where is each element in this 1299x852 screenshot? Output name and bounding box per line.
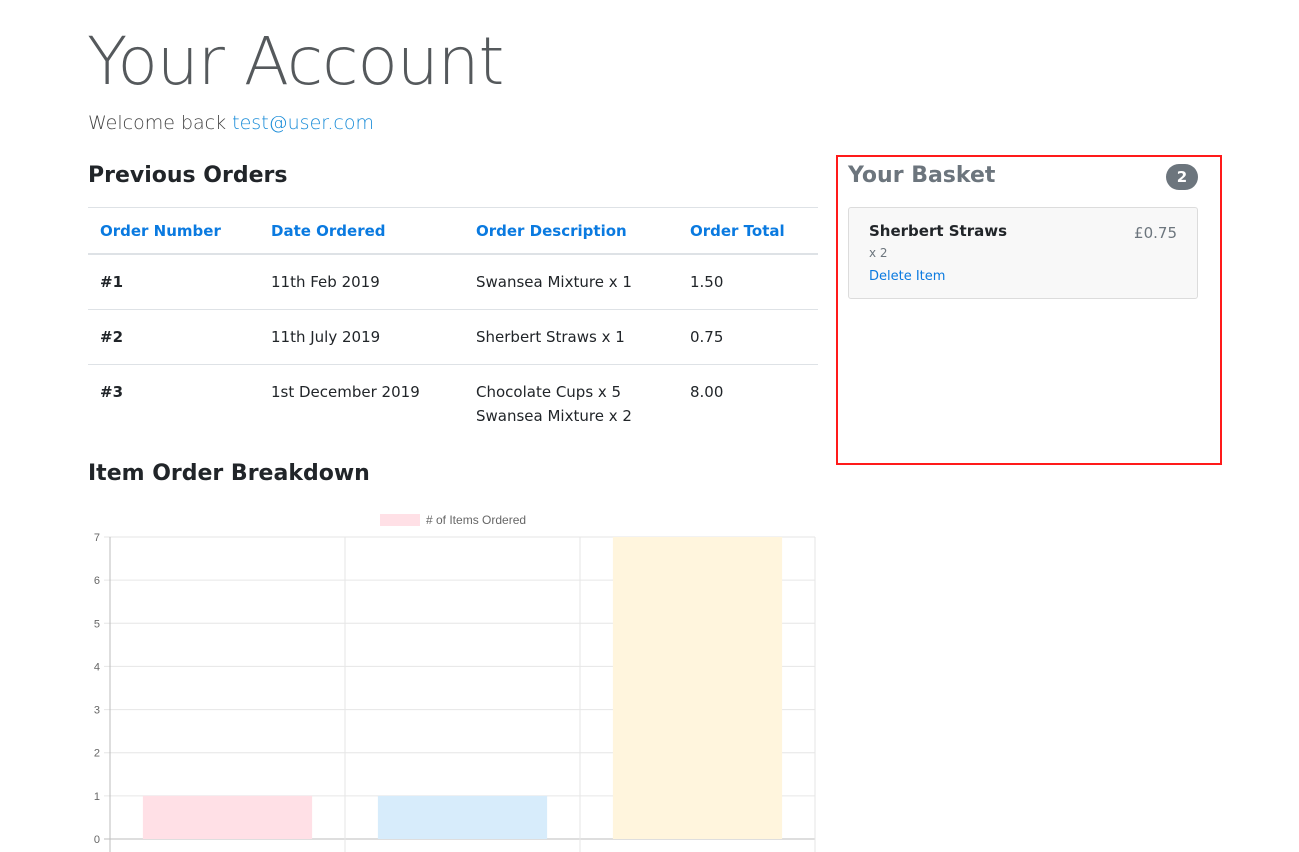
- table-row: #3 1st December 2019 Chocolate Cups x 5 …: [88, 364, 818, 443]
- order-number: #2: [88, 309, 259, 365]
- basket-item-name: Sherbert Straws: [869, 222, 1008, 240]
- order-total: 0.75: [678, 309, 818, 365]
- chart-legend[interactable]: # of Items Ordered: [380, 513, 526, 527]
- order-number: #3: [88, 364, 259, 443]
- order-total: 1.50: [678, 253, 818, 310]
- orders-header-row: Order Number Date Ordered Order Descript…: [88, 207, 818, 255]
- legend-label: # of Items Ordered: [426, 513, 526, 527]
- previous-orders-title: Previous Orders: [88, 163, 288, 188]
- chart-bar[interactable]: [612, 537, 783, 839]
- order-description: Chocolate Cups x 5 Swansea Mixture x 2: [464, 364, 678, 443]
- column-header-order-number: Order Number: [88, 207, 259, 255]
- order-description: Sherbert Straws x 1: [464, 309, 678, 365]
- y-tick-label: 7: [94, 532, 100, 544]
- order-description-line: Chocolate Cups x 5: [476, 383, 622, 401]
- basket-item: Sherbert Straws £0.75 x 2 Delete Item: [848, 207, 1198, 299]
- order-description-line: Swansea Mixture x 1: [476, 273, 632, 291]
- order-description-line: Sherbert Straws x 1: [476, 328, 625, 346]
- orders-table: Order Number Date Ordered Order Descript…: [88, 207, 818, 443]
- column-header-order-description: Order Description: [464, 207, 678, 255]
- page-title: Your Account: [87, 23, 504, 100]
- basket-item-price: £0.75: [1134, 224, 1177, 242]
- order-date: 11th July 2019: [259, 309, 464, 365]
- chart-bar[interactable]: [142, 795, 313, 839]
- table-row: #2 11th July 2019 Sherbert Straws x 1 0.…: [88, 309, 818, 365]
- basket-highlight-frame: [836, 155, 1222, 465]
- chart-y-ticks: 0 1 2 3 4 5 6 7: [94, 532, 100, 846]
- column-header-order-total: Order Total: [678, 207, 818, 255]
- item-order-breakdown-chart: 0 1 2 3 4 5 6 7 # of Items Ordered: [94, 513, 816, 852]
- order-description-line: Swansea Mixture x 2: [476, 407, 632, 425]
- order-date: 11th Feb 2019: [259, 253, 464, 310]
- basket-title: Your Basket: [848, 163, 996, 188]
- y-tick-label: 6: [94, 575, 100, 587]
- basket-count-badge: 2: [1166, 164, 1198, 190]
- chart-bar[interactable]: [377, 795, 548, 839]
- order-number: #1: [88, 253, 259, 310]
- y-tick-label: 0: [94, 834, 100, 846]
- basket-item-quantity: x 2: [869, 246, 888, 260]
- order-description: Swansea Mixture x 1: [464, 253, 678, 310]
- column-header-date-ordered: Date Ordered: [259, 207, 464, 255]
- delete-item-link[interactable]: Delete Item: [869, 269, 945, 284]
- y-tick-label: 2: [94, 748, 100, 760]
- welcome-prefix: Welcome back: [88, 112, 227, 134]
- order-date: 1st December 2019: [259, 364, 464, 443]
- user-email-link[interactable]: test@user.com: [232, 112, 374, 134]
- y-tick-label: 5: [94, 618, 100, 630]
- item-order-breakdown-title: Item Order Breakdown: [88, 461, 370, 486]
- legend-swatch: [380, 514, 420, 526]
- y-tick-label: 4: [94, 661, 100, 673]
- chart-bars: [142, 537, 783, 839]
- table-row: #1 11th Feb 2019 Swansea Mixture x 1 1.5…: [88, 253, 818, 310]
- welcome-message: Welcome back test@user.com: [88, 112, 374, 134]
- y-tick-label: 1: [94, 791, 100, 803]
- y-tick-label: 3: [94, 705, 100, 717]
- order-total: 8.00: [678, 364, 818, 443]
